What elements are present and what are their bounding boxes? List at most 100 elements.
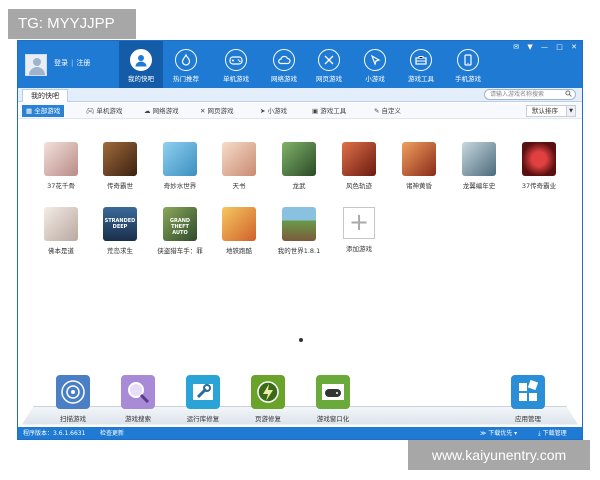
game-item[interactable]: 诸神黄昏 [395, 142, 443, 190]
game-item[interactable]: 风色轨迹 [335, 142, 383, 190]
grid-icon: ▦ [26, 107, 35, 115]
game-item[interactable]: 37传奇霸业 [515, 142, 563, 190]
game-item[interactable]: GRAND THEFT AUTO 侠盗猎车手：罪 [156, 207, 204, 255]
chevron-down-icon: ▼ [566, 106, 575, 116]
game-icon [163, 142, 197, 176]
filter-online[interactable]: ☁ 网络游戏 [140, 105, 183, 117]
tool-webgame-repair[interactable]: 页游修复 [238, 375, 298, 423]
tool-label: 页游修复 [255, 415, 281, 423]
nav-label: 网络游戏 [271, 75, 297, 83]
nav-label: 手机游戏 [455, 75, 481, 83]
game-icon [282, 207, 316, 241]
close-icon[interactable]: ✕ [571, 43, 577, 51]
nav-mobile[interactable]: 手机游戏 [446, 41, 490, 88]
minimize-icon[interactable]: — [541, 43, 548, 51]
nav-online[interactable]: 网络游戏 [262, 41, 306, 88]
game-item[interactable]: STRANDED DEEP 荒岛求生 [96, 207, 144, 255]
game-name: 传奇霸世 [107, 182, 133, 190]
nav-label: 我的快吧 [128, 75, 154, 83]
game-item[interactable]: 地铁跑酷 [215, 207, 263, 255]
flame-icon [175, 49, 197, 71]
add-game-button[interactable]: + 添加游戏 [335, 207, 383, 253]
download-manager-button[interactable]: ⤓ 下载管理 [538, 427, 567, 439]
nav-label: 网页游戏 [316, 75, 342, 83]
filter-web[interactable]: ✕ 网页游戏 [196, 105, 238, 117]
game-item[interactable]: 龙翼编年史 [455, 142, 503, 190]
maximize-icon[interactable]: □ [556, 43, 563, 51]
register-link[interactable]: 注册 [76, 59, 90, 67]
game-icon-caption: STRANDED DEEP [104, 218, 136, 230]
game-name: 地铁跑酷 [226, 247, 252, 255]
search-input[interactable]: 请输入游戏名称搜索 [484, 89, 576, 100]
pencil-icon: ✎ [374, 107, 382, 115]
double-chevron-icon: ≫ [480, 430, 489, 437]
tab-bar: 我的快吧 请输入游戏名称搜索 [18, 88, 582, 102]
tool-windowed[interactable]: 游戏窗口化 [303, 375, 363, 423]
game-icon: STRANDED DEEP [103, 207, 137, 241]
game-name: 37传奇霸业 [521, 182, 557, 190]
game-name: 37花千骨 [47, 182, 75, 190]
nav-tools[interactable]: 游戏工具 [399, 41, 443, 88]
search-icon[interactable] [565, 90, 572, 97]
radar-icon [56, 375, 90, 409]
game-name: 侠盗猎车手：罪 [157, 247, 203, 255]
tool-label: 应用管理 [515, 415, 541, 423]
nav-mini[interactable]: 小游戏 [353, 41, 397, 88]
gamepad-icon [225, 49, 247, 71]
game-name: 龙翼编年史 [462, 182, 496, 190]
window-controls: ✉ ▼ — □ ✕ [507, 43, 577, 51]
nav-my-kuaiba[interactable]: 我的快吧 [119, 41, 163, 88]
cursor-icon [364, 49, 386, 71]
game-name: 奇妙水世界 [163, 182, 197, 190]
bolt-icon [251, 375, 285, 409]
filter-mini[interactable]: ➤ 小游戏 [256, 105, 291, 117]
game-name: 我的世界1.8.1 [277, 247, 321, 255]
tool-scan[interactable]: 扫描游戏 [43, 375, 103, 423]
filter-all[interactable]: ▦ 全部游戏 [22, 105, 65, 117]
page-indicator[interactable] [299, 338, 303, 342]
filter-single[interactable]: 🎮︎ 单机游戏 [82, 105, 126, 117]
game-item[interactable]: 37花千骨 [37, 142, 85, 190]
tool-label: 扫描游戏 [60, 415, 86, 423]
game-icon [103, 142, 137, 176]
filter-custom[interactable]: ✎ 自定义 [370, 105, 405, 117]
game-icon [342, 142, 376, 176]
game-icon [222, 142, 256, 176]
login-link[interactable]: 登录 [54, 59, 68, 67]
sort-select[interactable]: 默认排序 ▼ [526, 105, 576, 117]
magnifier-icon [121, 375, 155, 409]
game-icon: GRAND THEFT AUTO [163, 207, 197, 241]
game-icon [402, 142, 436, 176]
game-name: 天书 [232, 182, 246, 190]
nav-web[interactable]: 网页游戏 [307, 41, 351, 88]
wrench-icon [186, 375, 220, 409]
game-item[interactable]: 我的世界1.8.1 [275, 207, 323, 255]
apps-grid-icon [511, 375, 545, 409]
game-icon [522, 142, 556, 176]
dropdown-icon[interactable]: ▼ [527, 43, 532, 51]
check-update-link[interactable]: 检查更新 [100, 427, 124, 439]
login-links: 登录 | 注册 [54, 59, 91, 67]
avatar[interactable] [25, 54, 47, 76]
game-icon-caption: GRAND THEFT AUTO [169, 218, 191, 236]
message-icon[interactable]: ✉ [513, 43, 519, 51]
nav-hot[interactable]: 热门推荐 [164, 41, 208, 88]
game-item[interactable]: 天书 [215, 142, 263, 190]
game-item[interactable]: 佛本是道 [37, 207, 85, 255]
game-name: 风色轨迹 [346, 182, 372, 190]
watermark-bottom: www.kaiyunentry.com [408, 440, 590, 470]
tool-runtime-repair[interactable]: 运行库修复 [173, 375, 233, 423]
nav-single[interactable]: 单机游戏 [214, 41, 258, 88]
chevron-down-icon: ▾ [512, 430, 518, 437]
game-item[interactable]: 传奇霸世 [96, 142, 144, 190]
filter-tools[interactable]: ▣ 游戏工具 [308, 105, 350, 117]
game-icon [44, 207, 78, 241]
filter-bar: ▦ 全部游戏 🎮︎ 单机游戏 ☁ 网络游戏 ✕ 网页游戏 ➤ 小游戏 ▣ 游戏工… [18, 103, 582, 119]
tab-my-kuaiba[interactable]: 我的快吧 [22, 89, 68, 102]
game-item[interactable]: 奇妙水世界 [156, 142, 204, 190]
tool-app-manager[interactable]: 应用管理 [498, 375, 558, 423]
game-name: 诸神黄昏 [406, 182, 432, 190]
tool-search[interactable]: 游戏搜索 [108, 375, 168, 423]
download-priority-button[interactable]: ≫ 下载优先 ▾ [480, 427, 518, 439]
game-item[interactable]: 龙武 [275, 142, 323, 190]
